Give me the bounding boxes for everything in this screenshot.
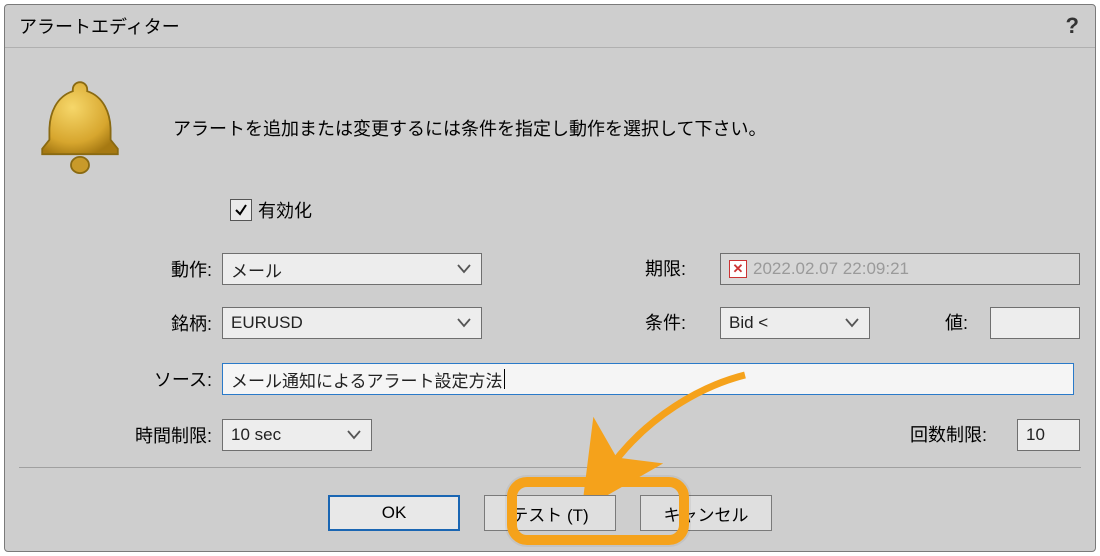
source-input[interactable]: メール通知によるアラート設定方法	[222, 363, 1074, 395]
action-select[interactable]: メール	[222, 253, 482, 285]
chevron-down-icon	[457, 318, 471, 328]
cancel-button-label: キャンセル	[664, 501, 749, 526]
alert-editor-dialog: アラートエディター ? アラートを追加または変更するには条件を指定し動作を選択し…	[4, 4, 1096, 552]
enable-checkbox-row: 有効化	[230, 197, 312, 223]
dialog-title: アラートエディター	[19, 13, 180, 39]
ok-button-label: OK	[382, 503, 407, 523]
ok-button[interactable]: OK	[328, 495, 460, 531]
row-symbol: 銘柄: EURUSD	[5, 307, 1095, 339]
clear-expiry-icon[interactable]: ✕	[729, 260, 747, 278]
label-value: 値:	[945, 309, 968, 335]
label-symbol: 銘柄:	[5, 310, 222, 336]
help-icon[interactable]: ?	[1066, 13, 1079, 39]
label-source: ソース:	[5, 366, 222, 392]
symbol-select[interactable]: EURUSD	[222, 307, 482, 339]
enable-checkbox[interactable]	[230, 199, 252, 221]
symbol-value: EURUSD	[231, 313, 303, 333]
separator	[19, 467, 1081, 468]
action-value: メール	[231, 257, 282, 282]
titlebar: アラートエディター ?	[5, 5, 1095, 48]
row-source: ソース: メール通知によるアラート設定方法	[5, 363, 1095, 395]
text-caret	[504, 369, 505, 389]
count-limit-value: 10	[1026, 425, 1045, 445]
count-limit-input[interactable]: 10	[1017, 419, 1080, 451]
test-button-label: テスト (T)	[511, 501, 588, 526]
label-count-limit: 回数制限:	[910, 421, 987, 447]
expiry-field[interactable]: ✕ 2022.02.07 22:09:21	[720, 253, 1080, 285]
button-row: OK テスト (T) キャンセル	[5, 495, 1095, 531]
condition-select[interactable]: Bid <	[720, 307, 870, 339]
chevron-down-icon	[457, 264, 471, 274]
instruction-text: アラートを追加または変更するには条件を指定し動作を選択して下さい。	[173, 115, 766, 141]
time-limit-select[interactable]: 10 sec	[222, 419, 372, 451]
chevron-down-icon	[845, 318, 859, 328]
label-expiry: 期限:	[645, 255, 686, 281]
bell-icon	[35, 75, 125, 185]
source-value: メール通知によるアラート設定方法	[231, 367, 503, 392]
expiry-value: 2022.02.07 22:09:21	[753, 259, 909, 279]
enable-label: 有効化	[258, 197, 312, 223]
label-condition: 条件:	[645, 309, 686, 335]
condition-value: Bid <	[729, 313, 768, 333]
test-button[interactable]: テスト (T)	[484, 495, 616, 531]
time-limit-value: 10 sec	[231, 425, 281, 445]
label-time-limit: 時間制限:	[5, 422, 222, 448]
cancel-button[interactable]: キャンセル	[640, 495, 772, 531]
value-input[interactable]	[990, 307, 1080, 339]
label-action: 動作:	[5, 256, 222, 282]
chevron-down-icon	[347, 430, 361, 440]
